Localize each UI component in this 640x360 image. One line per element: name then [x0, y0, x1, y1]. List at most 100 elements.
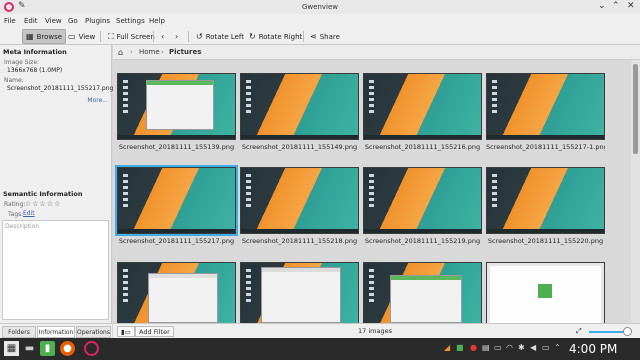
tray-clipboard-icon[interactable]: ▤: [482, 343, 490, 352]
rating-stars[interactable]: ☆☆☆☆☆: [25, 200, 61, 208]
taskbar: ▦ ▬ ▮ ● ◢ ■ ● ▤ ▭ ◠ ✱ ◀ ▭ ⌃ 4:00 PM: [0, 338, 640, 360]
thumbnail-item[interactable]: [117, 255, 236, 323]
thumbnail-item[interactable]: [486, 255, 605, 323]
share-button[interactable]: ⋖ Share: [307, 29, 343, 44]
sidebar-toggle-icon: ▮▭: [121, 327, 131, 336]
rotate-left-icon: ↺: [196, 32, 203, 41]
sidebar: Meta Information Image Size: 1366x768 (1…: [0, 45, 113, 323]
menu-edit[interactable]: Edit: [24, 17, 38, 25]
view-button[interactable]: ▭ View: [65, 29, 98, 44]
network-icon[interactable]: ◠: [506, 343, 513, 352]
thumbnail-image: [486, 262, 605, 323]
tray-notification-icon[interactable]: ●: [470, 343, 477, 352]
sidebar-toggle-button[interactable]: ▮▭: [117, 326, 135, 337]
home-icon[interactable]: ⌂: [118, 48, 123, 57]
tags-label: Tags:: [8, 211, 24, 218]
breadcrumb-current: Pictures: [169, 48, 202, 56]
menu-view[interactable]: View: [45, 17, 62, 25]
firefox-icon[interactable]: ●: [60, 341, 75, 356]
tab-information[interactable]: Information: [37, 326, 75, 338]
tray-expand-icon[interactable]: ⌃: [554, 343, 561, 352]
breadcrumb-separator: ›: [130, 48, 133, 56]
thumbnail-caption: Screenshot_20181111_155216.png: [364, 143, 481, 151]
zoom-slider-handle[interactable]: [623, 327, 632, 336]
rotate-right-button[interactable]: ↻ Rotate Right: [246, 29, 305, 44]
rotate-left-button[interactable]: ↺ Rotate Left: [193, 29, 247, 44]
menu-plugins[interactable]: Plugins: [85, 17, 110, 25]
thumbnail-image: [486, 73, 605, 140]
next-button[interactable]: ›: [172, 29, 181, 44]
tab-operations[interactable]: Operations: [76, 326, 111, 338]
app-launcher-icon[interactable]: ▦: [4, 341, 19, 356]
meta-information-title: Meta Information: [3, 48, 67, 56]
image-count: 17 images: [358, 327, 392, 335]
previous-button[interactable]: ‹: [158, 29, 167, 44]
clock[interactable]: 4:00 PM: [569, 342, 617, 356]
gwenview-task-icon[interactable]: [84, 341, 99, 356]
thumbnail-caption: Screenshot_20181111_155218.png: [241, 237, 358, 245]
add-filter-button[interactable]: Add Filter: [135, 326, 174, 337]
thumbnail-item[interactable]: Screenshot_20181111_155219.png: [363, 160, 482, 245]
tags-edit-link[interactable]: Edit: [23, 210, 35, 217]
tray-monitor-icon[interactable]: ▭: [494, 343, 502, 352]
description-field[interactable]: Description: [2, 220, 109, 320]
thumbnail-image: [486, 167, 605, 234]
thumbnail-item[interactable]: Screenshot_20181111_155220.png: [486, 160, 605, 245]
thumbnail-caption: Screenshot_20181111_155139.png: [118, 143, 235, 151]
thumbnail-grid: Screenshot_20181111_155139.png Screensho…: [113, 60, 631, 323]
file-manager-icon[interactable]: ▮: [40, 341, 55, 356]
share-icon: ⋖: [310, 32, 317, 41]
minimize-icon[interactable]: ⌄: [598, 1, 606, 11]
toolbar-separator: [153, 31, 154, 42]
main-toolbar: ▦ Browse ▭ View ⛶ Full Screen ‹ › ↺ Rota…: [0, 28, 640, 45]
description-placeholder: Description: [5, 223, 40, 230]
rotate-right-icon: ↻: [249, 32, 256, 41]
status-bar: ▮▭ Add Filter 17 images ⤢: [113, 323, 640, 338]
thumbnail-image: [363, 167, 482, 234]
battery-icon[interactable]: ▭: [542, 343, 550, 352]
thumbnail-image: [240, 167, 359, 234]
volume-icon[interactable]: ◀: [530, 343, 536, 352]
thumbnail-item[interactable]: [240, 255, 359, 323]
thumbnail-caption: Screenshot_20181111_155149.png: [241, 143, 358, 151]
thumbnail-image: [117, 73, 236, 140]
thumbnail-item[interactable]: Screenshot_20181111_155217.png: [115, 160, 238, 245]
rating-label: Rating:: [4, 201, 26, 208]
zoom-slider[interactable]: [589, 331, 627, 333]
menu-help[interactable]: Help: [149, 17, 165, 25]
scrollbar-handle[interactable]: [633, 64, 638, 154]
sidebar-tabs: Folders Information Operations: [0, 323, 112, 338]
thumbnail-image: [240, 262, 359, 323]
bluetooth-icon[interactable]: ✱: [518, 343, 525, 352]
browse-button[interactable]: ▦ Browse: [22, 29, 67, 44]
thumbnail-item[interactable]: Screenshot_20181111_155139.png: [117, 66, 236, 151]
breadcrumb-home[interactable]: Home: [139, 48, 160, 56]
fullscreen-button[interactable]: ⛶ Full Screen: [105, 29, 158, 44]
thumbnail-caption: Screenshot_20181111_155219.png: [364, 237, 481, 245]
breadcrumb-separator: ›: [161, 48, 164, 56]
image-size-value: 1366x768 (1.0MP): [7, 67, 63, 74]
thumbnail-item[interactable]: Screenshot_20181111_155218.png: [240, 160, 359, 245]
chevron-right-icon: ›: [175, 32, 179, 41]
menu-settings[interactable]: Settings: [116, 17, 145, 25]
breadcrumb: ⌂ › Home › Pictures: [113, 45, 640, 60]
tab-folders[interactable]: Folders: [2, 326, 36, 338]
menu-bar: File Edit View Go Plugins Settings Help: [0, 14, 640, 28]
fullscreen-icon: ⛶: [108, 31, 114, 41]
thumbnail-item[interactable]: Screenshot_20181111_155217-1.png: [486, 66, 605, 151]
more-link[interactable]: More...: [87, 97, 108, 104]
maximize-icon[interactable]: ⌃: [612, 1, 620, 11]
show-desktop-icon[interactable]: ▬: [22, 341, 37, 356]
thumbnail-item[interactable]: Screenshot_20181111_155216.png: [363, 66, 482, 151]
close-icon[interactable]: ✕: [627, 1, 635, 11]
zoom-fit-icon[interactable]: ⤢: [576, 327, 582, 336]
image-size-label: Image Size:: [4, 59, 40, 66]
menu-go[interactable]: Go: [68, 17, 78, 25]
menu-file[interactable]: File: [4, 17, 16, 25]
tray-app-icon[interactable]: ◢: [444, 343, 450, 352]
chevron-left-icon: ‹: [161, 32, 165, 41]
grid-scrollbar[interactable]: [631, 60, 640, 323]
tray-folder-icon[interactable]: ■: [456, 343, 464, 352]
thumbnail-item[interactable]: Screenshot_20181111_155149.png: [240, 66, 359, 151]
thumbnail-item[interactable]: [363, 255, 482, 323]
